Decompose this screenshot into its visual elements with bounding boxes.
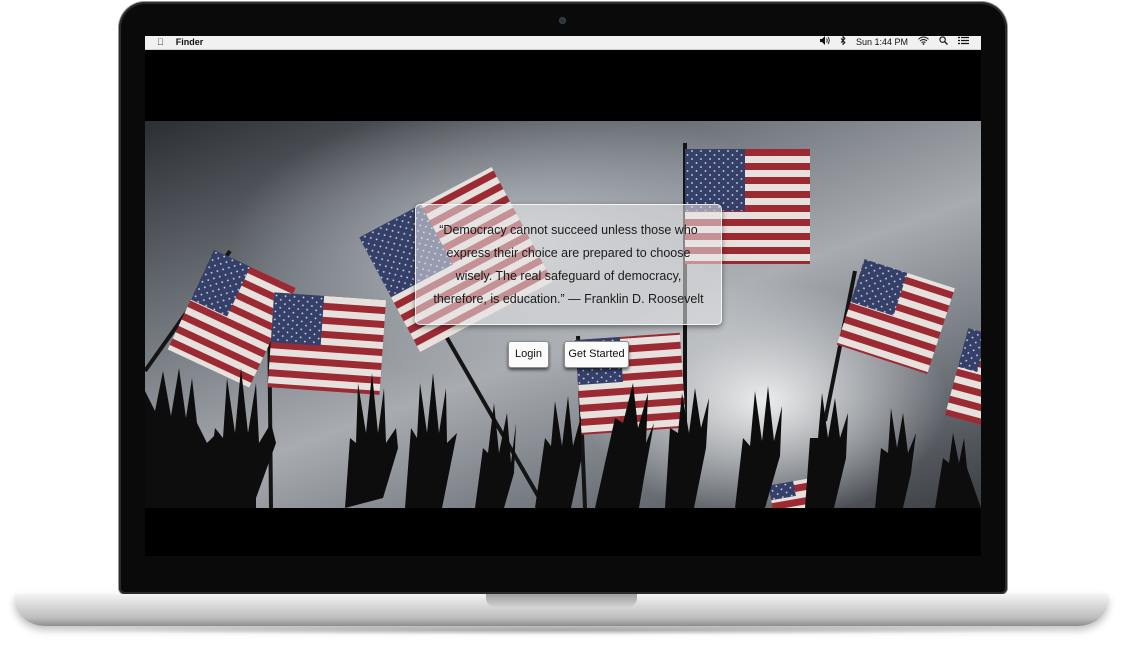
get-started-button[interactable]: Get Started: [564, 341, 629, 368]
menu-bar:  Finder Sun 1:44 PM: [145, 36, 981, 50]
wifi-icon[interactable]: [918, 36, 929, 49]
spotlight-icon[interactable]: [939, 36, 948, 49]
quote-card: “Democracy cannot succeed unless those w…: [415, 204, 722, 325]
login-button[interactable]: Login: [508, 341, 549, 368]
clock[interactable]: Sun 1:44 PM: [856, 36, 908, 49]
apple-icon[interactable]: : [157, 36, 164, 49]
quote-text: “Democracy cannot succeed unless those w…: [433, 222, 704, 306]
camera-icon: [559, 17, 566, 24]
menu-app-name[interactable]: Finder: [176, 36, 204, 49]
bluetooth-icon[interactable]: [840, 36, 846, 49]
screen:  Finder Sun 1:44 PM: [145, 36, 981, 556]
laptop-notch: [486, 594, 637, 607]
volume-icon[interactable]: [819, 36, 830, 49]
laptop-shadow: [40, 625, 1084, 635]
hero-banner: “Democracy cannot succeed unless those w…: [145, 121, 981, 508]
menu-list-icon[interactable]: [958, 36, 969, 49]
